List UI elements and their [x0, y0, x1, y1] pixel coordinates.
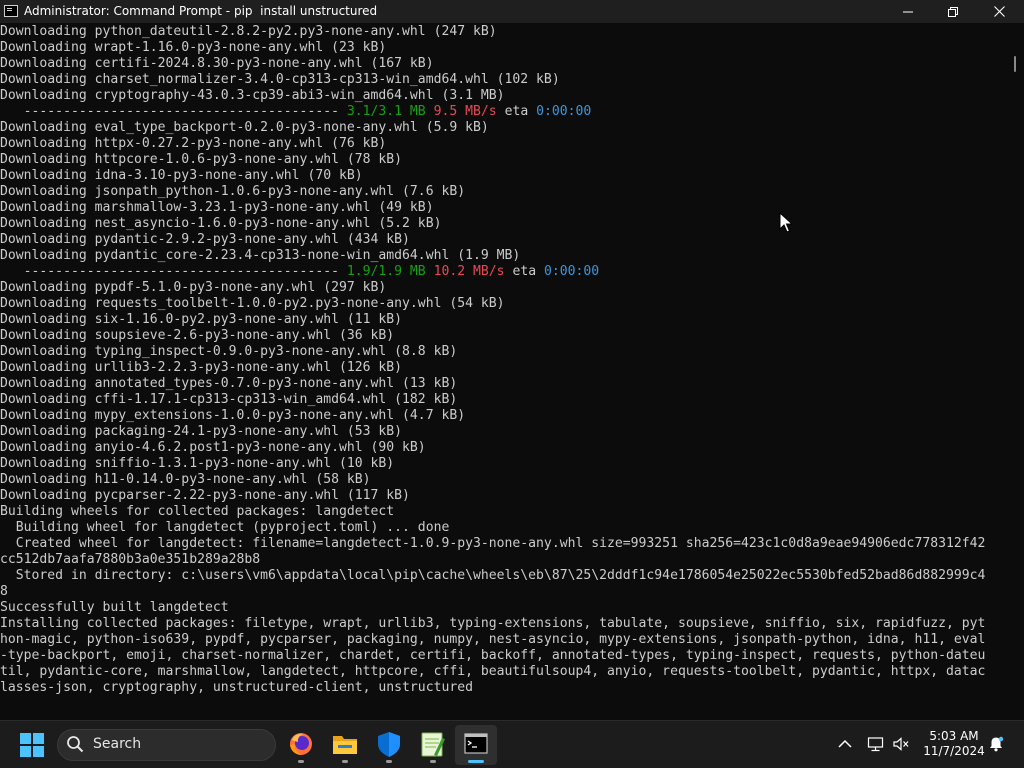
progress-size: 3.1/3.1 MB	[346, 104, 426, 119]
clock-date: 11/7/2024	[923, 744, 985, 758]
console-line: Downloading cffi-1.17.1-cp313-cp313-win_…	[0, 392, 458, 407]
console-line: Downloading typing_inspect-0.9.0-py3-non…	[0, 344, 458, 359]
windows-start-icon[interactable]	[20, 733, 44, 757]
console-line: Downloading anyio-4.6.2.post1-py3-none-a…	[0, 440, 426, 455]
console-line: Downloading six-1.16.0-py2.py3-none-any.…	[0, 312, 403, 327]
console-line: Stored in directory: c:\users\vm6\appdat…	[0, 568, 986, 583]
console-line: cc512db7aafa7880b3a0e351b289a28b8	[0, 552, 261, 567]
console-output[interactable]: Downloading python_dateutil-2.8.2-py2.py…	[0, 23, 1008, 703]
console-line: Building wheels for collected packages: …	[0, 504, 395, 519]
console-line: Downloading certifi-2024.8.30-py3-none-a…	[0, 56, 434, 71]
firefox-icon[interactable]	[283, 728, 319, 760]
notepad-running-indicator	[430, 760, 436, 763]
minimize-button[interactable]	[885, 0, 931, 23]
search-icon	[67, 736, 84, 753]
console-line: hon-magic, python-iso639, pypdf, pycpars…	[0, 632, 986, 647]
explorer-running-indicator	[342, 760, 348, 763]
console-line: Downloading pycparser-2.22-py3-none-any.…	[0, 488, 410, 503]
console-line: lasses-json, cryptography, unstructured-…	[0, 680, 473, 695]
console-line: Downloading httpx-0.27.2-py3-none-any.wh…	[0, 136, 387, 151]
progress-eta-label: eta	[504, 104, 529, 119]
maximize-icon	[948, 6, 958, 17]
progress-speed: 9.5 MB/s	[433, 104, 497, 119]
console-line: til, pydantic-core, marshmallow, langdet…	[0, 664, 986, 679]
firefox-running-indicator	[298, 760, 304, 763]
maximize-button[interactable]	[930, 0, 976, 23]
console-line: Downloading wrapt-1.16.0-py3-none-any.wh…	[0, 40, 387, 55]
console-line: Installing collected packages: filetype,…	[0, 616, 986, 631]
console-line: Downloading marshmallow-3.23.1-py3-none-…	[0, 200, 434, 215]
taskbar-clock[interactable]: 5:03 AM 11/7/2024	[920, 729, 988, 759]
console-line: Downloading eval_type_backport-0.2.0-py3…	[0, 120, 489, 135]
console-line: Downloading jsonpath_python-1.0.6-py3-no…	[0, 184, 466, 199]
console-line: Downloading charset_normalizer-3.4.0-cp3…	[0, 72, 560, 87]
mouse-pointer-icon	[779, 212, 793, 233]
minimize-icon	[903, 11, 913, 12]
console-line: Downloading nest_asyncio-1.6.0-py3-none-…	[0, 216, 442, 231]
clock-time: 5:03 AM	[929, 729, 979, 743]
windows-security-icon[interactable]	[371, 728, 407, 760]
console-line: Downloading pydantic-2.9.2-py3-none-any.…	[0, 232, 410, 247]
progress-line: ----------------------------------------…	[0, 104, 592, 120]
progress-bar-text: ----------------------------------------	[0, 264, 347, 279]
console-line: Building wheel for langdetect (pyproject…	[0, 520, 450, 535]
security-running-indicator	[386, 760, 392, 763]
console-line: Downloading pypdf-5.1.0-py3-none-any.whl…	[0, 280, 387, 295]
command-prompt-app-icon[interactable]	[4, 5, 18, 17]
file-explorer-icon[interactable]	[327, 728, 363, 760]
console-line: Downloading pydantic_core-2.23.4-cp313-n…	[0, 248, 521, 263]
active-app-indicator	[468, 760, 484, 763]
progress-eta: 0:00:00	[536, 104, 592, 119]
vertical-scrollbar[interactable]	[1008, 23, 1024, 703]
taskbar-search-box[interactable]	[57, 729, 276, 761]
progress-speed: 10.2 MB/s	[433, 264, 505, 279]
console-line: Downloading requests_toolbelt-1.0.0-py2.…	[0, 296, 505, 311]
notification-bell-icon[interactable]	[988, 736, 1004, 752]
progress-eta-label: eta	[512, 264, 537, 279]
console-line: Downloading sniffio-1.3.1-py3-none-any.w…	[0, 456, 395, 471]
search-placeholder[interactable]: Search	[93, 736, 141, 753]
console-line: Downloading urllib3-2.2.3-py3-none-any.w…	[0, 360, 403, 375]
window-title: Administrator: Command Prompt - pip inst…	[24, 4, 378, 18]
progress-size: 1.9/1.9 MB	[346, 264, 426, 279]
scrollbar-thumb[interactable]	[1014, 56, 1016, 72]
console-line: Downloading cryptography-43.0.3-cp39-abi…	[0, 88, 505, 103]
network-icon[interactable]	[867, 736, 885, 752]
close-button[interactable]	[976, 0, 1022, 23]
console-line: Downloading httpcore-1.0.6-py3-none-any.…	[0, 152, 403, 167]
console-line: Downloading packaging-24.1-py3-none-any.…	[0, 424, 403, 439]
close-icon	[993, 6, 1005, 17]
volume-muted-icon[interactable]	[892, 736, 910, 752]
console-line: Downloading python_dateutil-2.8.2-py2.py…	[0, 24, 497, 39]
console-line: Created wheel for langdetect: filename=l…	[0, 536, 986, 551]
progress-eta: 0:00:00	[543, 264, 600, 279]
console-line: -type-backport, emoji, charset-normalize…	[0, 648, 986, 663]
console-line: Downloading h11-0.14.0-py3-none-any.whl …	[0, 472, 371, 487]
console-line: Downloading annotated_types-0.7.0-py3-no…	[0, 376, 458, 391]
chevron-up-icon[interactable]	[836, 736, 854, 752]
console-line: Downloading idna-3.10-py3-none-any.whl (…	[0, 168, 363, 183]
notepad-plus-plus-icon[interactable]	[414, 728, 450, 760]
console-line: Successfully built langdetect	[0, 600, 229, 615]
progress-line: ----------------------------------------…	[0, 264, 600, 280]
console-line: Downloading soupsieve-2.6-py3-none-any.w…	[0, 328, 395, 343]
progress-bar-text: ----------------------------------------	[0, 104, 347, 119]
console-line: Downloading mypy_extensions-1.0.0-py3-no…	[0, 408, 466, 423]
command-prompt-icon[interactable]	[458, 728, 494, 760]
console-line: 8	[0, 584, 8, 599]
window-title-bar[interactable]: Administrator: Command Prompt - pip inst…	[0, 0, 1024, 23]
